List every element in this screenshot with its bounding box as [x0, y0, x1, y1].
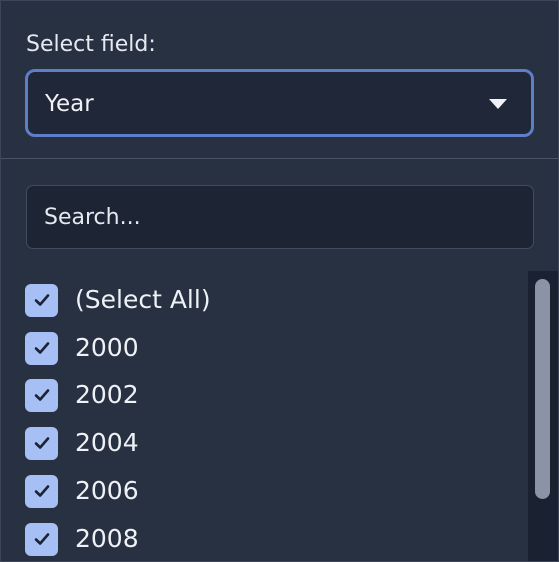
checkmark-icon — [32, 481, 52, 501]
select-field-label: Select field: — [26, 32, 156, 57]
list-item-label: 2004 — [75, 428, 139, 457]
field-dropdown-value: Year — [45, 91, 94, 117]
list-item-2006[interactable]: 2006 — [25, 474, 139, 508]
list-item-2002[interactable]: 2002 — [25, 378, 139, 412]
divider — [1, 158, 558, 159]
list-item-2004[interactable]: 2004 — [25, 426, 139, 460]
list-item-label: 2008 — [75, 524, 139, 553]
checkmark-icon — [32, 433, 52, 453]
list-item-label: 2000 — [75, 333, 139, 362]
checkmark-icon — [32, 385, 52, 405]
list-item-2000[interactable]: 2000 — [25, 331, 139, 365]
checkbox[interactable] — [25, 426, 58, 460]
checkmark-icon — [32, 290, 52, 310]
filter-panel: Select field: Year (Select All) 2000 — [0, 0, 559, 562]
list-item-label: 2006 — [75, 476, 139, 505]
checkbox[interactable] — [25, 331, 58, 365]
checkbox[interactable] — [25, 283, 58, 317]
search-input[interactable] — [26, 185, 534, 249]
checkmark-icon — [32, 338, 52, 358]
checkbox[interactable] — [25, 522, 58, 556]
caret-down-icon — [489, 99, 507, 109]
list-item-label: (Select All) — [75, 285, 211, 314]
list-scrollbar[interactable] — [528, 271, 558, 561]
scrollbar-thumb[interactable] — [535, 279, 550, 499]
filter-checkbox-list: (Select All) 2000 2002 2004 2006 2008 — [1, 271, 528, 561]
checkbox[interactable] — [25, 378, 58, 412]
list-item-select-all[interactable]: (Select All) — [25, 283, 211, 317]
checkbox[interactable] — [25, 474, 58, 508]
field-dropdown[interactable]: Year — [25, 69, 534, 137]
checkmark-icon — [32, 529, 52, 549]
list-item-label: 2002 — [75, 380, 139, 409]
list-item-2008[interactable]: 2008 — [25, 522, 139, 556]
